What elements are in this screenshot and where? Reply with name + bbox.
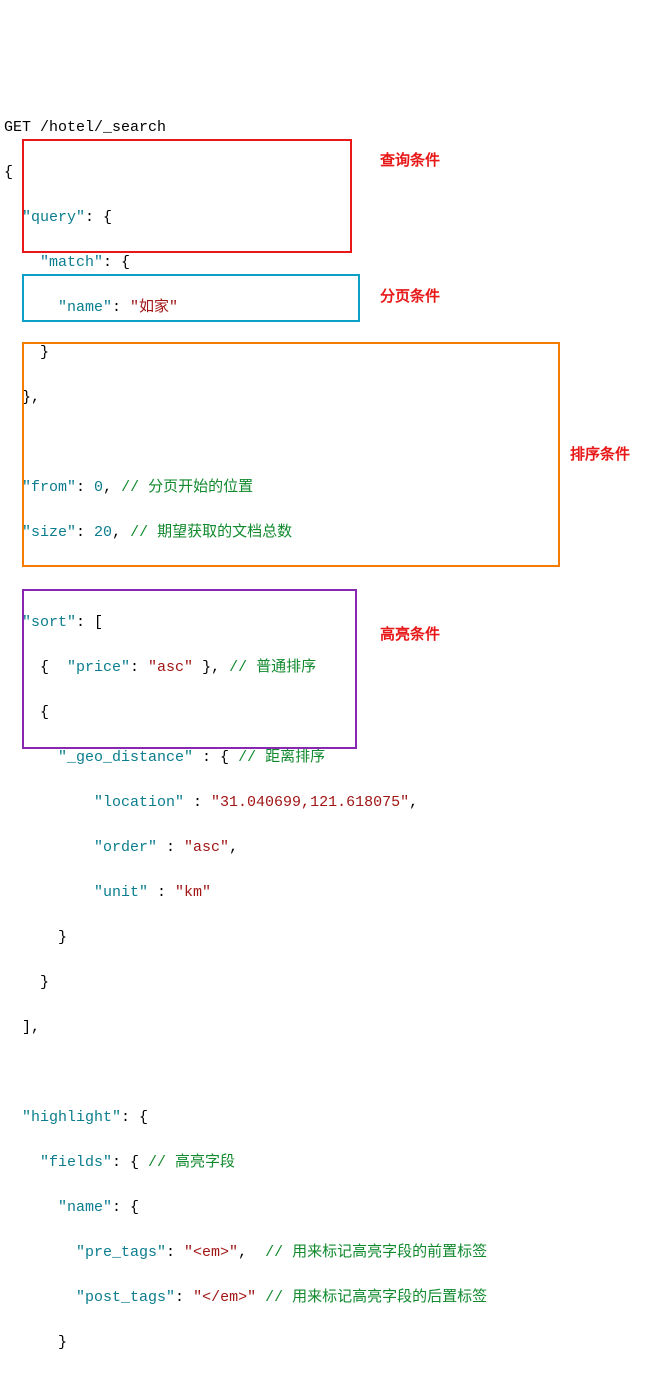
pretags-value: "<em>" bbox=[184, 1244, 238, 1261]
size-line: "size": 20, // 期望获取的文档总数 bbox=[4, 522, 649, 545]
pretags-line: "pre_tags": "<em>", // 用来标记高亮字段的前置标签 bbox=[4, 1242, 649, 1265]
order-value: "asc" bbox=[184, 839, 229, 856]
brace: ], bbox=[4, 1017, 649, 1040]
price-value: "asc" bbox=[148, 659, 193, 676]
query-box bbox=[22, 139, 352, 253]
brace: }, bbox=[4, 387, 649, 410]
brace: { bbox=[4, 702, 649, 725]
price-comment: // 普通排序 bbox=[229, 659, 316, 676]
unit-key: "unit" bbox=[94, 884, 148, 901]
name-key: "name" bbox=[58, 299, 112, 316]
label-highlight: 高亮条件 bbox=[380, 624, 440, 647]
size-value: 20 bbox=[94, 524, 112, 541]
match-key: "match" bbox=[40, 254, 103, 271]
match-open: "match": { bbox=[4, 252, 649, 275]
size-comment: // 期望获取的文档总数 bbox=[130, 524, 292, 541]
request-line: GET /hotel/_search bbox=[4, 117, 649, 140]
brace: } bbox=[4, 1332, 649, 1355]
fields-comment: // 高亮字段 bbox=[148, 1154, 235, 1171]
label-sort: 排序条件 bbox=[570, 444, 630, 467]
order-line: "order" : "asc", bbox=[4, 837, 649, 860]
posttags-key: "post_tags" bbox=[76, 1289, 175, 1306]
query-key: "query" bbox=[22, 209, 85, 226]
code-block: GET /hotel/_search { "query": { "match":… bbox=[4, 94, 649, 1374]
label-page: 分页条件 bbox=[380, 286, 440, 309]
posttags-line: "post_tags": "</em>" // 用来标记高亮字段的后置标签 bbox=[4, 1287, 649, 1310]
pretags-key: "pre_tags" bbox=[76, 1244, 166, 1261]
pretags-comment: // 用来标记高亮字段的前置标签 bbox=[265, 1244, 487, 1261]
location-value: "31.040699,121.618075" bbox=[211, 794, 409, 811]
brace: } bbox=[4, 927, 649, 950]
price-key: "price" bbox=[67, 659, 130, 676]
brace bbox=[4, 1062, 649, 1085]
brace: } bbox=[4, 342, 649, 365]
label-query: 查询条件 bbox=[380, 150, 440, 173]
sort-key: "sort" bbox=[22, 614, 76, 631]
fields-open: "fields": { // 高亮字段 bbox=[4, 1152, 649, 1175]
brace bbox=[4, 432, 649, 455]
brace: } bbox=[4, 972, 649, 995]
size-key: "size" bbox=[22, 524, 76, 541]
geo-comment: // 距离排序 bbox=[238, 749, 325, 766]
location-key: "location" bbox=[94, 794, 184, 811]
hl-name-open: "name": { bbox=[4, 1197, 649, 1220]
brace: { bbox=[4, 162, 649, 185]
geo-key: "_geo_distance" bbox=[58, 749, 193, 766]
from-comment: // 分页开始的位置 bbox=[121, 479, 253, 496]
highlight-key: "highlight" bbox=[22, 1109, 121, 1126]
posttags-value: "</em>" bbox=[193, 1289, 256, 1306]
from-line: "from": 0, // 分页开始的位置 bbox=[4, 477, 649, 500]
unit-line: "unit" : "km" bbox=[4, 882, 649, 905]
name-value: "如家" bbox=[130, 299, 178, 316]
sort-open: "sort": [ bbox=[4, 612, 649, 635]
highlight-open: "highlight": { bbox=[4, 1107, 649, 1130]
from-key: "from" bbox=[22, 479, 76, 496]
http-method: GET bbox=[4, 119, 31, 136]
from-value: 0 bbox=[94, 479, 103, 496]
query-open: "query": { bbox=[4, 207, 649, 230]
brace bbox=[4, 567, 649, 590]
location-line: "location" : "31.040699,121.618075", bbox=[4, 792, 649, 815]
name-line: "name": "如家" bbox=[4, 297, 649, 320]
geo-open: "_geo_distance" : { // 距离排序 bbox=[4, 747, 649, 770]
hl-name-key: "name" bbox=[58, 1199, 112, 1216]
posttags-comment: // 用来标记高亮字段的后置标签 bbox=[265, 1289, 487, 1306]
unit-value: "km" bbox=[175, 884, 211, 901]
price-sort: { "price": "asc" }, // 普通排序 bbox=[4, 657, 649, 680]
request-path: /hotel/_search bbox=[40, 119, 166, 136]
fields-key: "fields" bbox=[40, 1154, 112, 1171]
order-key: "order" bbox=[94, 839, 157, 856]
